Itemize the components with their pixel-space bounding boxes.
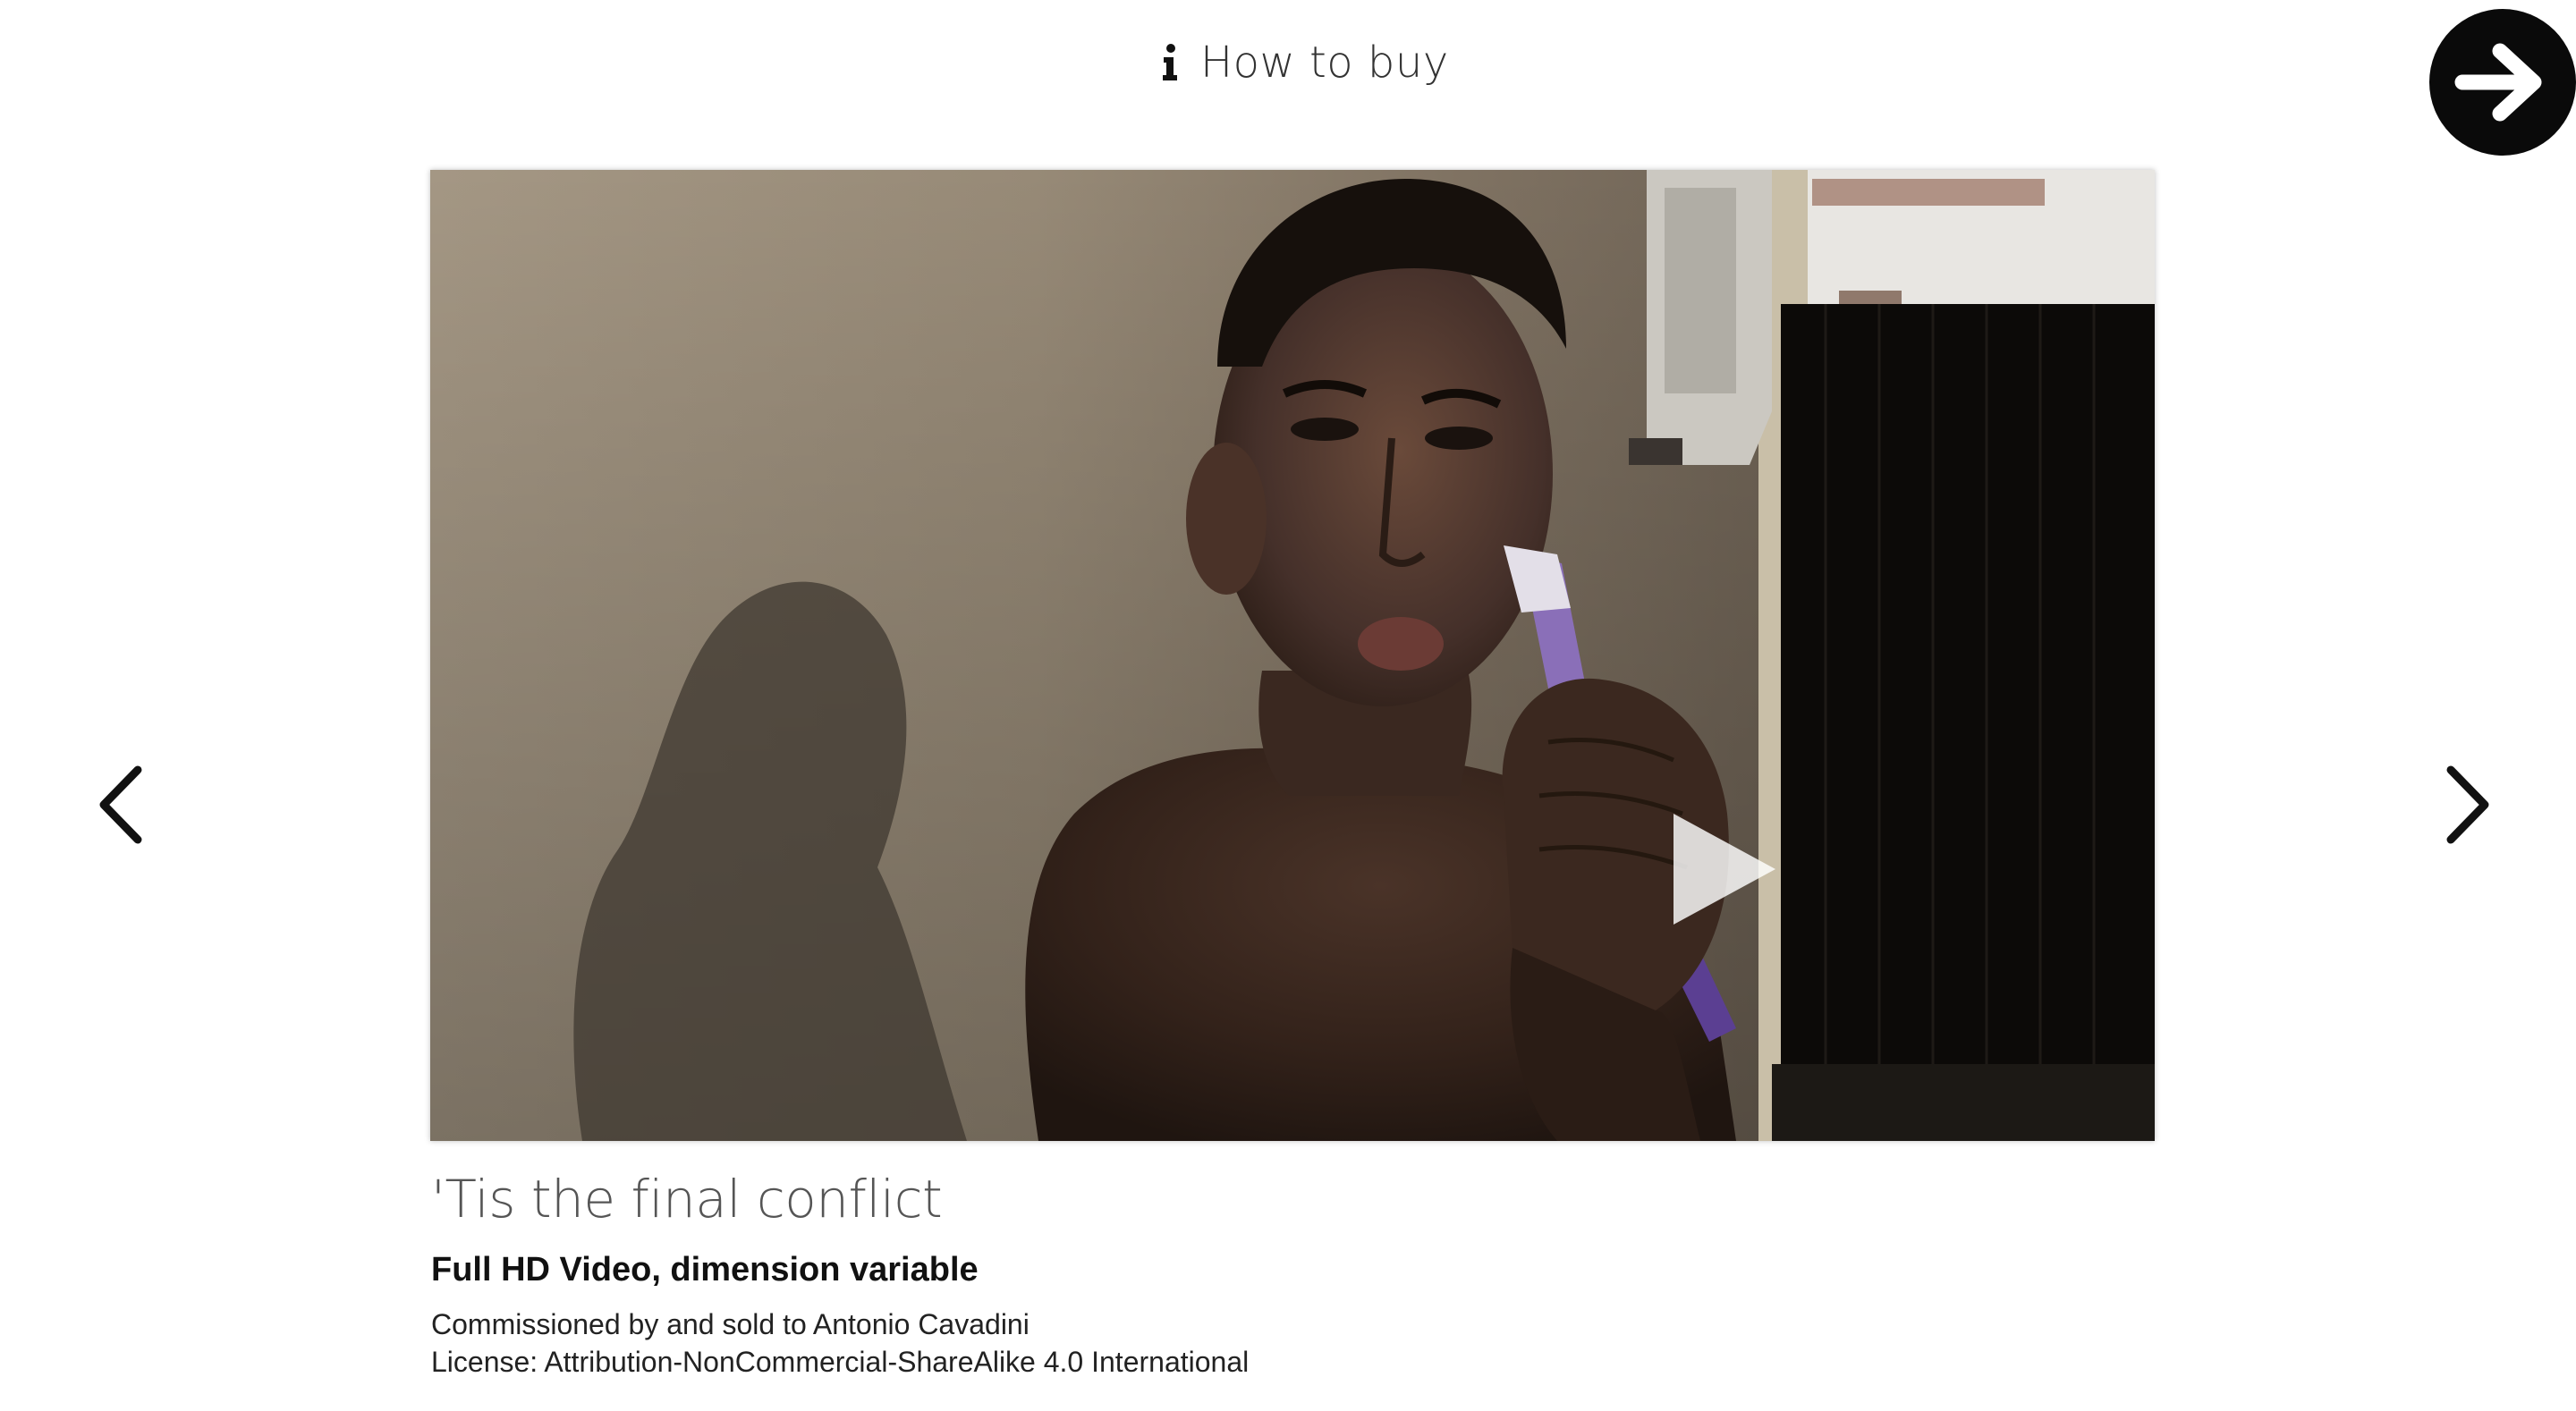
video-still-image (430, 170, 2155, 1141)
artwork-license: License: Attribution-NonCommercial-Share… (431, 1346, 1250, 1378)
arrow-right-circle-button[interactable] (2429, 9, 2576, 156)
how-to-buy-link[interactable]: How to buy (1159, 32, 1449, 93)
artwork-commission: Commissioned by and sold to Antonio Cava… (431, 1308, 1030, 1340)
video-player[interactable] (430, 170, 2155, 1141)
artwork-title: 'Tis the final conflict (431, 1169, 943, 1229)
artwork-caption: 'Tis the final conflict Full HD Video, d… (431, 1162, 2131, 1381)
artwork-format: Full HD Video, dimension variable (431, 1251, 979, 1288)
chevron-left-icon[interactable] (95, 765, 148, 845)
page: How to buy 'Tis the final conflict Full … (0, 0, 2576, 1411)
play-icon[interactable] (1666, 807, 1783, 932)
info-icon (1159, 41, 1181, 84)
chevron-right-icon[interactable] (2440, 765, 2494, 845)
arrow-right-icon (2454, 43, 2542, 122)
artwork-details: Commissioned by and sold to Antonio Cava… (431, 1305, 2131, 1381)
how-to-buy-label: How to buy (1200, 38, 1449, 88)
